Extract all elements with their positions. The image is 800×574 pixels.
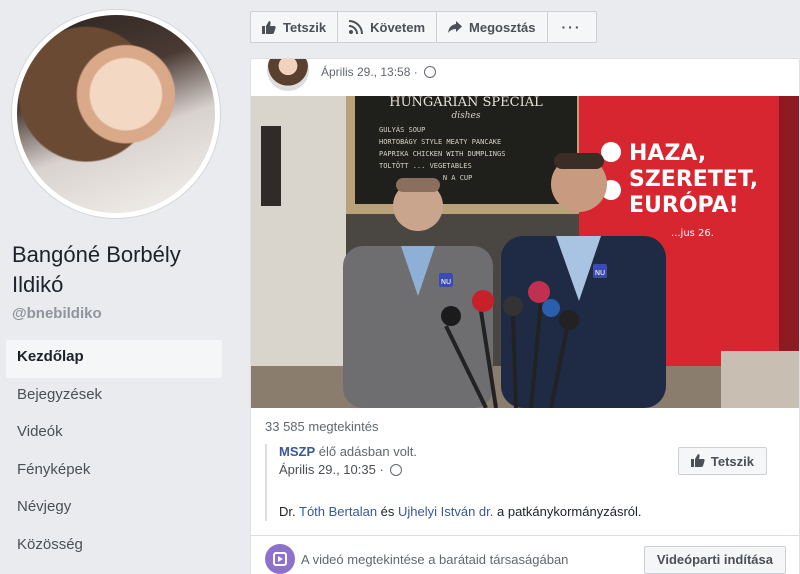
watch-party-bar: A videó megtekintése a barátaid társaság… (251, 535, 799, 574)
banner-line-2: SZERETET, (629, 167, 758, 192)
post-author-avatar[interactable] (265, 59, 311, 93)
thumbs-up-icon (690, 453, 705, 470)
nav-item-videos[interactable]: Videók (6, 415, 222, 453)
menu-item: PAPRIKA CHICKEN WITH DUMPLINGS (379, 150, 505, 158)
main-column: Tetszik Követem Megosztás ··· Április 29… (236, 0, 800, 574)
source-link[interactable]: MSZP (279, 444, 315, 459)
shared-post: MSZP élő adásban volt. Április 29., 10:3… (265, 444, 787, 521)
post-date: Április 29., 13:58 · (321, 65, 418, 79)
page-sidebar: Bangóné Borbély Ildikó @bnebildiko Kezdő… (0, 0, 236, 574)
watch-party-icon (265, 544, 295, 574)
desc-suffix: a patkánykormányzásról. (493, 504, 642, 519)
follow-label: Követem (370, 19, 426, 35)
like-label: Tetszik (283, 19, 327, 35)
nav-item-community[interactable]: Közösség (6, 528, 222, 566)
globe-icon (424, 66, 437, 78)
share-arrow-icon (447, 20, 463, 34)
video-player[interactable]: HUNGARIAN SPECIAL dishes GULYÁS SOUP HOR… (251, 96, 799, 408)
nav-item-photos[interactable]: Fényképek (6, 453, 222, 491)
shared-like-label: Tetszik (710, 453, 754, 469)
banner-date: ...jus 26. (671, 228, 714, 239)
start-watch-party-button[interactable]: Videóparti indítása (643, 546, 786, 574)
menu-subtitle: dishes (452, 111, 481, 121)
menu-item: GULYÁS SOUP (379, 125, 425, 134)
page-handle[interactable]: @bnebildiko (12, 305, 102, 322)
like-page-button[interactable]: Tetszik (250, 11, 339, 43)
page-nav: Kezdőlap Bejegyzések Videók Fényképek Né… (6, 340, 222, 565)
nav-item-home[interactable]: Kezdőlap (6, 340, 222, 378)
more-options-button[interactable]: ··· (546, 11, 597, 43)
page-title: Bangóné Borbély Ildikó (12, 242, 181, 297)
rss-icon (348, 20, 364, 35)
watch-party-text: A videó megtekintése a barátaid társaság… (301, 552, 569, 567)
globe-icon (390, 464, 403, 476)
view-count: 33 585 megtekintés (265, 419, 379, 434)
desc-prefix: Dr. (279, 504, 299, 519)
source-suffix: élő adásban volt. (315, 444, 418, 459)
page-action-bar: Tetszik Követem Megosztás ··· (250, 11, 597, 43)
banner-line-3: EURÓPA! (629, 192, 739, 218)
share-button[interactable]: Megosztás (436, 11, 548, 43)
post-description: Dr. Tóth Bertalan és Ujhelyi István dr. … (279, 504, 642, 519)
badge-right: NU (595, 269, 605, 277)
nav-item-about[interactable]: Névjegy (6, 490, 222, 528)
person-link-2[interactable]: Ujhelyi István dr. (398, 504, 493, 519)
profile-picture[interactable] (12, 10, 220, 218)
person-link-1[interactable]: Tóth Bertalan (299, 504, 377, 519)
video-frame: HUNGARIAN SPECIAL dishes GULYÁS SOUP HOR… (251, 96, 799, 408)
shared-date: Április 29., 10:35 · (279, 462, 384, 477)
post-timestamp[interactable]: Április 29., 13:58 · (321, 65, 437, 79)
menu-item: HORTOBÁGY STYLE MEATY PANCAKE (379, 137, 501, 146)
banner-line-1: HAZA, (629, 141, 706, 166)
thumbs-up-icon (261, 20, 277, 34)
menu-title: HUNGARIAN SPECIAL (389, 96, 543, 110)
nav-item-posts[interactable]: Bejegyzések (6, 378, 222, 416)
menu-item: TOLTÖTT ... VEGETABLES (379, 161, 472, 170)
profile-photo (17, 15, 215, 213)
desc-mid: és (377, 504, 399, 519)
follow-button[interactable]: Követem (337, 11, 438, 43)
share-label: Megosztás (469, 19, 536, 35)
shared-like-button[interactable]: Tetszik (677, 447, 767, 475)
badge-left: NU (441, 278, 451, 286)
post-card: Április 29., 13:58 · HUNGARIAN SPECIAL d… (250, 58, 800, 574)
